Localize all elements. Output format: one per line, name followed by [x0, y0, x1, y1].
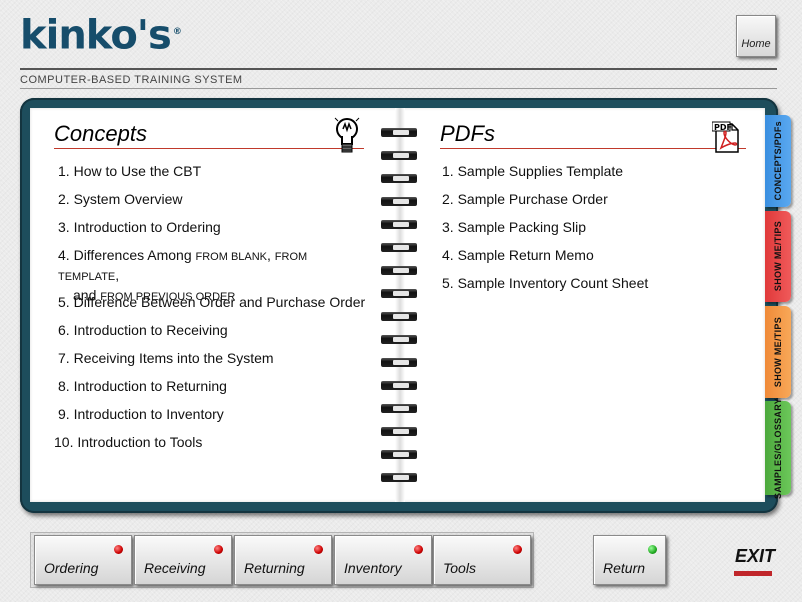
concepts-rule [54, 148, 364, 149]
tab-show-me-tips-orange[interactable]: SHOW ME/TIPS [765, 306, 791, 398]
lightbulb-icon [334, 117, 360, 153]
spiral-ring [381, 243, 417, 252]
concept-item-6[interactable]: 6. Introduction to Receiving [58, 321, 228, 339]
tab-label: SHOW ME/TIPS [773, 316, 783, 388]
return-button[interactable]: Return [593, 535, 666, 585]
spiral-ring [381, 473, 417, 482]
status-light [648, 545, 657, 554]
header-divider [20, 68, 777, 70]
tools-button[interactable]: Tools [433, 535, 531, 585]
tab-label: SAMPLES/GLOSSARY [773, 397, 783, 499]
spiral-ring [381, 197, 417, 206]
pdf-item-5[interactable]: 5. Sample Inventory Count Sheet [442, 274, 648, 292]
concepts-title: Concepts [54, 121, 147, 146]
tab-label: SHOW ME/TIPS [773, 221, 783, 292]
status-light [314, 545, 323, 554]
spiral-ring [381, 289, 417, 298]
page-gutter [395, 108, 405, 502]
spiral-ring [381, 128, 417, 137]
tab-label: CONCEPTS/PDFs [773, 121, 783, 201]
page-subtitle: COMPUTER-BASED TRAINING SYSTEM [20, 74, 243, 86]
spiral-ring [381, 220, 417, 229]
spiral-ring [381, 266, 417, 275]
pdf-icon-label: PDF [714, 123, 732, 132]
spiral-ring [381, 358, 417, 367]
concept-item-9[interactable]: 9. Introduction to Inventory [58, 405, 224, 423]
pdf-item-1[interactable]: 1. Sample Supplies Template [442, 162, 623, 180]
concept-item-2[interactable]: 2. System Overview [58, 190, 183, 208]
status-light [513, 545, 522, 554]
pdf-item-2[interactable]: 2. Sample Purchase Order [442, 190, 608, 208]
kinkos-logo: kinko's ® [20, 12, 182, 59]
pdf-item-4[interactable]: 4. Sample Return Memo [442, 246, 594, 264]
spiral-ring [381, 381, 417, 390]
spiral-ring [381, 312, 417, 321]
tab-show-me-tips-red[interactable]: SHOW ME/TIPS [765, 211, 791, 302]
concept-item-1[interactable]: 1. How to Use the CBT [58, 162, 201, 180]
inventory-button[interactable]: Inventory [334, 535, 432, 585]
pdf-item-3[interactable]: 3. Sample Packing Slip [442, 218, 586, 236]
spiral-ring [381, 174, 417, 183]
pdfs-title: PDFs [440, 121, 495, 146]
concept-item-7[interactable]: 7. Receiving Items into the System [58, 349, 274, 367]
tab-concepts-pdfs[interactable]: CONCEPTS/PDFs [765, 115, 791, 207]
status-light [114, 545, 123, 554]
receiving-button[interactable]: Receiving [134, 535, 232, 585]
subtitle-divider [20, 88, 777, 89]
home-label: Home [741, 38, 771, 50]
exit-button[interactable]: EXIT [735, 546, 775, 567]
concept-item-10[interactable]: 10. Introduction to Tools [54, 433, 202, 451]
concept-item-5[interactable]: 5. Difference Between Order and Purchase… [58, 293, 365, 311]
spiral-ring [381, 151, 417, 160]
concept-item-8[interactable]: 8. Introduction to Returning [58, 377, 227, 395]
spiral-ring [381, 404, 417, 413]
returning-button[interactable]: Returning [234, 535, 332, 585]
home-button[interactable]: Home [736, 15, 776, 57]
status-light [214, 545, 223, 554]
tab-samples-glossary[interactable]: SAMPLES/GLOSSARY [765, 398, 791, 499]
pdf-icon: PDF [712, 121, 739, 153]
spiral-ring [381, 450, 417, 459]
status-light [414, 545, 423, 554]
pdfs-rule [440, 148, 746, 149]
spiral-ring [381, 335, 417, 344]
exit-underline [734, 571, 772, 576]
ordering-button[interactable]: Ordering [34, 535, 132, 585]
spiral-ring [381, 427, 417, 436]
concept-item-3[interactable]: 3. Introduction to Ordering [58, 218, 221, 236]
